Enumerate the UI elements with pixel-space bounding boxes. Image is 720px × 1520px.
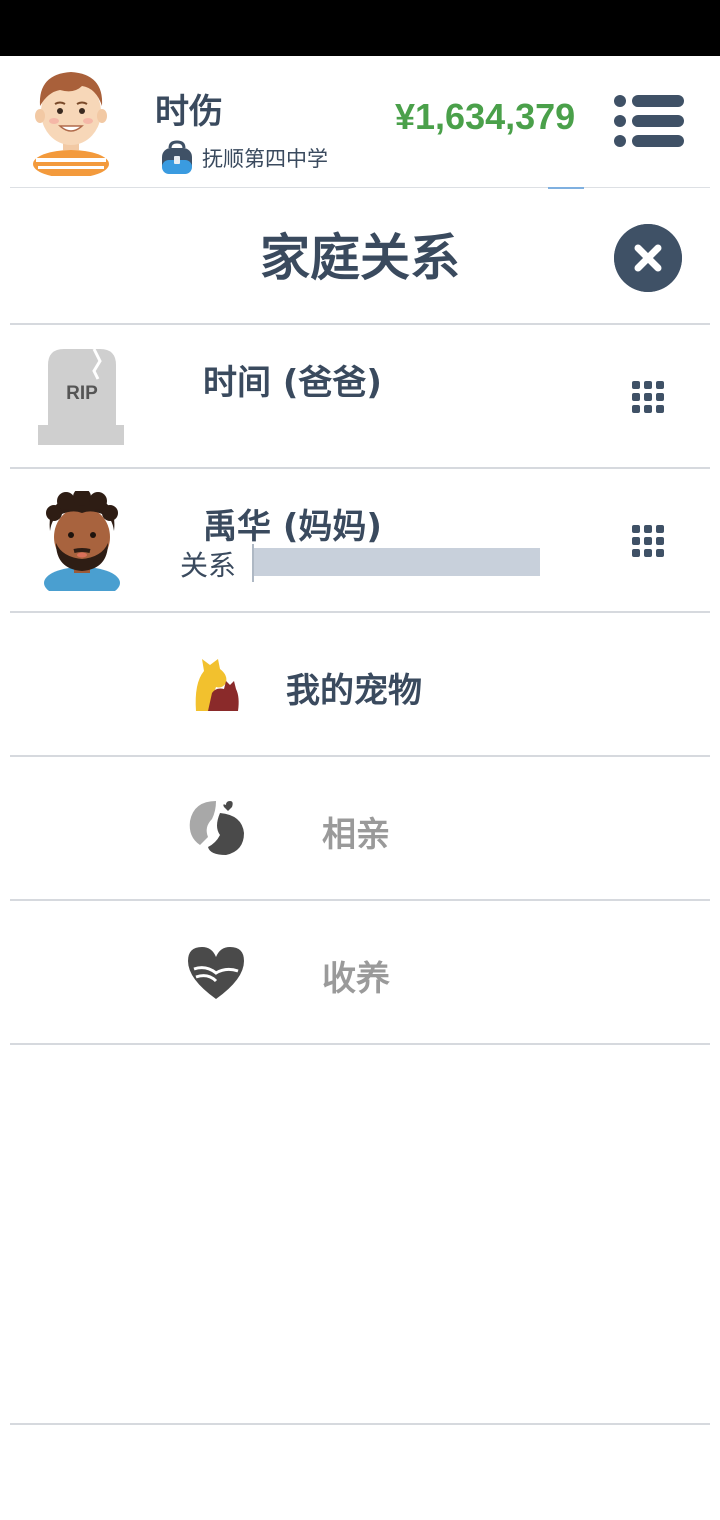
school-name: 抚顺第四中学 xyxy=(202,147,328,171)
bottom-divider xyxy=(10,1423,710,1425)
dating-icon xyxy=(189,801,244,855)
adoption-heart-icon xyxy=(188,947,244,999)
money-balance: ¥1,634,379 xyxy=(395,96,576,137)
adoption-option[interactable]: 收养 xyxy=(0,901,720,1043)
member-name: 时间 (爸爸) xyxy=(203,363,382,403)
my-pets-option[interactable]: 我的宠物 xyxy=(0,613,720,755)
option-label: 相亲 xyxy=(322,815,390,855)
grid-menu-icon[interactable] xyxy=(630,379,666,415)
mother-avatar-icon xyxy=(44,491,120,591)
school-info: 抚顺第四中学 xyxy=(160,140,328,176)
family-member-row[interactable]: 禹华 (妈妈) xyxy=(0,469,720,611)
divider xyxy=(10,1043,710,1045)
pets-icon xyxy=(195,659,239,711)
rip-text: RIP xyxy=(66,383,98,404)
relation-label: 关系 xyxy=(180,549,237,582)
option-label: 收养 xyxy=(322,959,390,999)
close-icon[interactable] xyxy=(614,224,682,292)
tombstone-rip-icon: RIP xyxy=(38,348,124,445)
relation-bar xyxy=(254,548,540,576)
header-accent xyxy=(548,187,584,189)
page-title: 家庭关系 xyxy=(260,229,460,287)
player-avatar[interactable] xyxy=(30,66,112,176)
menu-icon[interactable] xyxy=(612,94,684,148)
family-member-row[interactable]: RIP 时间 (爸爸) xyxy=(0,325,720,467)
profile-header: 时伤 抚顺第四中学 ¥1,634,379 xyxy=(0,56,720,188)
dating-option[interactable]: 相亲 xyxy=(0,757,720,899)
member-name: 禹华 (妈妈) xyxy=(203,507,382,547)
school-bag-icon xyxy=(162,140,192,174)
status-bar xyxy=(0,0,720,56)
header-divider xyxy=(10,187,710,188)
player-name: 时伤 xyxy=(155,92,223,132)
grid-menu-icon[interactable] xyxy=(630,523,666,559)
option-label: 我的宠物 xyxy=(286,671,422,711)
